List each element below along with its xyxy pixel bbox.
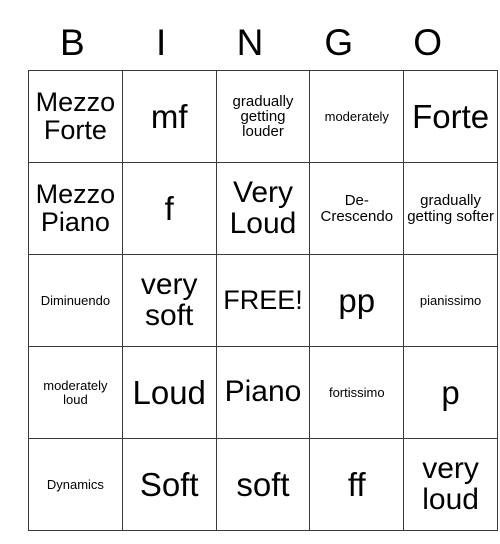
bingo-cell-label: p: [441, 373, 460, 411]
bingo-header-letter-g: G: [324, 21, 354, 63]
bingo-cell-label: Soft: [139, 465, 199, 503]
bingo-cell-label: Forte: [412, 97, 490, 135]
bingo-cell[interactable]: ff: [309, 438, 405, 531]
bingo-cell-label: Mezzo Piano: [35, 178, 116, 237]
bingo-free-space-label: FREE!: [223, 284, 303, 315]
bingo-cell-label: mf: [150, 97, 188, 135]
bingo-cell-label: gradually getting louder: [232, 92, 294, 141]
bingo-header-letter-n: N: [236, 21, 264, 63]
bingo-cell[interactable]: Forte: [403, 70, 498, 163]
bingo-cell[interactable]: very loud: [403, 438, 498, 531]
bingo-cell[interactable]: fortissimo: [309, 346, 405, 439]
bingo-row: Dynamics Soft soft ff very loud: [28, 438, 498, 531]
bingo-cell-label: gradually getting softer: [407, 192, 494, 225]
bingo-cell-label: moderately loud: [43, 378, 108, 407]
bingo-cell[interactable]: f: [121, 162, 217, 255]
bingo-cell[interactable]: Soft: [121, 438, 217, 531]
bingo-cell-label: Very Loud: [229, 175, 297, 240]
bingo-cell-label: Piano: [224, 375, 302, 409]
bingo-cell-label: moderately: [324, 108, 389, 124]
bingo-cell[interactable]: Mezzo Piano: [28, 162, 123, 255]
bingo-cell[interactable]: p: [403, 346, 498, 439]
bingo-cell-label: Diminuendo: [40, 292, 111, 308]
bingo-cell[interactable]: De-Crescendo: [309, 162, 405, 255]
bingo-cell[interactable]: pianissimo: [403, 254, 498, 347]
bingo-card: B I N G O Mezzo Forte mf gradually getti…: [28, 14, 498, 531]
bingo-cell[interactable]: gradually getting louder: [215, 70, 311, 163]
bingo-header-letter-b: B: [60, 21, 85, 63]
bingo-cell-label: very loud: [422, 451, 479, 516]
bingo-cell[interactable]: Mezzo Forte: [28, 70, 123, 163]
bingo-cell[interactable]: Very Loud: [215, 162, 311, 255]
bingo-cell[interactable]: very soft: [121, 254, 217, 347]
bingo-row: Mezzo Forte mf gradually getting louder …: [28, 70, 498, 163]
bingo-cell[interactable]: Diminuendo: [28, 254, 123, 347]
bingo-cell[interactable]: mf: [121, 70, 217, 163]
bingo-cell-label: very soft: [140, 267, 198, 332]
bingo-row: Mezzo Piano f Very Loud De-Crescendo gra…: [28, 162, 498, 255]
bingo-row: moderately loud Loud Piano fortissimo p: [28, 346, 498, 439]
bingo-cell-label: f: [164, 189, 174, 227]
bingo-row: Diminuendo very soft FREE! pp pianissimo: [28, 254, 498, 347]
bingo-cell-label: Dynamics: [46, 476, 104, 492]
bingo-cell-label: ff: [347, 465, 366, 503]
bingo-header-row: B I N G O: [28, 14, 472, 70]
bingo-cell-label: Mezzo Forte: [35, 86, 116, 145]
bingo-cell[interactable]: Piano: [215, 346, 311, 439]
bingo-cell-free[interactable]: FREE!: [215, 254, 311, 347]
bingo-cell-label: pp: [338, 281, 376, 319]
bingo-grid: Mezzo Forte mf gradually getting louder …: [28, 70, 498, 531]
bingo-header-letter-o: O: [413, 21, 442, 63]
bingo-cell[interactable]: Loud: [121, 346, 217, 439]
bingo-cell[interactable]: pp: [309, 254, 405, 347]
bingo-cell-label: fortissimo: [328, 384, 385, 400]
bingo-cell[interactable]: gradually getting softer: [403, 162, 498, 255]
bingo-cell[interactable]: moderately loud: [28, 346, 123, 439]
bingo-cell-label: pianissimo: [419, 292, 482, 308]
bingo-cell[interactable]: Dynamics: [28, 438, 123, 531]
bingo-cell-label: De-Crescendo: [320, 192, 394, 225]
bingo-header-letter-i: I: [156, 21, 167, 63]
bingo-cell[interactable]: soft: [215, 438, 311, 531]
bingo-cell-label: soft: [236, 465, 290, 503]
bingo-cell-label: Loud: [132, 373, 206, 411]
bingo-cell[interactable]: moderately: [309, 70, 405, 163]
